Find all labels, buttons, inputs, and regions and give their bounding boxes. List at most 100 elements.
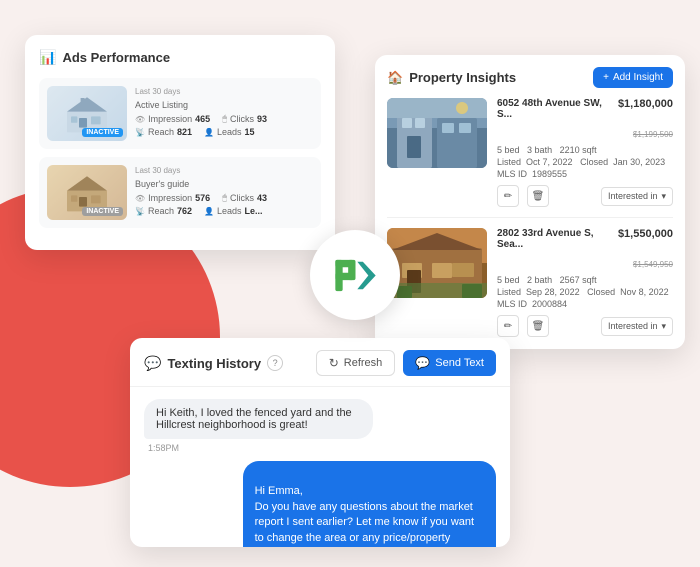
impression-icon-1: 👁: [135, 115, 145, 124]
property-actions-1: ✏ 🗑 Interested in ▾: [497, 185, 673, 207]
ads-label-1: Active Listing: [135, 100, 313, 110]
reach-value-1: 821: [177, 127, 192, 137]
leads-metric-2: 👤 Leads Le...: [204, 206, 263, 216]
property-specs-1: 5 bed 3 bath 2210 sqft: [497, 145, 673, 155]
property-listing-2: 2802 33rd Avenue S, Sea... $1,550,000 $1…: [387, 228, 673, 337]
property-detail-2: 2802 33rd Avenue S, Sea... $1,550,000 $1…: [497, 228, 673, 337]
property-insights-card: 🏠 Property Insights + Add Insight: [375, 55, 685, 349]
property-card-header: 🏠 Property Insights + Add Insight: [387, 67, 673, 88]
property-price-1: $1,180,000: [618, 98, 673, 110]
leads-label-2: Leads: [217, 206, 242, 216]
message-text-2: Hi Emma, Do you have any questions about…: [255, 485, 475, 547]
ads-icon: 📊: [39, 49, 56, 66]
impression-icon-2: 👁: [135, 194, 145, 203]
help-icon[interactable]: ?: [267, 355, 283, 371]
edit-icon-2[interactable]: ✏: [497, 315, 519, 337]
delete-icon-1[interactable]: 🗑: [527, 185, 549, 207]
ads-days-2: Last 30 days: [135, 166, 313, 175]
property-image-2: [387, 228, 487, 298]
ads-listing-image-2: INACTIVE: [47, 165, 127, 220]
property-mls-1: MLS ID 1989555: [497, 169, 673, 179]
impression-metric-1: 👁 Impression 465: [135, 114, 210, 124]
ads-metrics-row1-1: 👁 Impression 465 🖱 Clicks 93: [135, 114, 313, 124]
texting-title-wrap: 💬 Texting History ?: [144, 355, 283, 372]
property-icon: 🏠: [387, 70, 403, 86]
ads-listing-label-1: Active Listing: [135, 100, 188, 110]
ads-listing-label-2: Buyer's guide: [135, 179, 189, 189]
ads-metrics-row1-2: 👁 Impression 576 🖱 Clicks 43: [135, 193, 313, 203]
leads-label-1: Leads: [217, 127, 242, 137]
impression-label-1: Impression: [148, 114, 192, 124]
add-insight-button[interactable]: + Add Insight: [593, 67, 673, 88]
texting-actions: ↻ Refresh 💬 Send Text: [316, 350, 496, 376]
reach-metric-1: 📡 Reach 821: [135, 127, 192, 137]
edit-icon-1[interactable]: ✏: [497, 185, 519, 207]
refresh-label: Refresh: [344, 357, 383, 369]
chat-icon: 💬: [144, 355, 161, 372]
property-actions-2: ✏ 🗑 Interested in ▾: [497, 315, 673, 337]
send-text-button[interactable]: 💬 Send Text: [403, 350, 496, 376]
property-mls-2: MLS ID 2000884: [497, 299, 673, 309]
property-dates-2: Listed Sep 28, 2022 Closed Nov 8, 2022: [497, 287, 673, 297]
ads-badge-2: INACTIVE: [82, 207, 123, 216]
clicks-icon-2: 🖱: [222, 193, 227, 203]
ads-badge-1: INACTIVE: [82, 128, 123, 137]
impression-metric-2: 👁 Impression 576: [135, 193, 210, 203]
ads-label-2: Buyer's guide: [135, 179, 313, 189]
ads-listing-1: INACTIVE Last 30 days Active Listing 👁 I…: [39, 78, 321, 149]
property-listing-1: 6052 48th Avenue SW, S... $1,180,000 $1,…: [387, 98, 673, 218]
clicks-metric-1: 🖱 Clicks 93: [222, 114, 267, 124]
clicks-icon-1: 🖱: [222, 114, 227, 124]
property-image-1: [387, 98, 487, 168]
messages-container: Hi Keith, I loved the fenced yard and th…: [130, 387, 510, 547]
property-address-1: 6052 48th Avenue SW, S...: [497, 98, 618, 120]
clicks-label-2: Clicks: [230, 193, 254, 203]
ads-stats-2: Last 30 days Buyer's guide 👁 Impression …: [135, 166, 313, 219]
message-time-1: 1:58PM: [144, 443, 496, 453]
message-sent-1: Hi Emma, Do you have any questions about…: [243, 461, 496, 547]
property-card-title: Property Insights: [409, 70, 516, 85]
texting-header: 💬 Texting History ? ↻ Refresh 💬 Send Tex…: [130, 338, 510, 387]
impression-value-2: 576: [195, 193, 210, 203]
pipeline-logo: [328, 248, 383, 303]
logo-circle: [310, 230, 400, 320]
reach-label-1: Reach: [148, 127, 174, 137]
leads-icon-1: 👤: [204, 128, 214, 137]
add-insight-label: Add Insight: [613, 72, 663, 83]
ads-card-header: 📊 Ads Performance: [39, 49, 321, 66]
interested-dropdown-2[interactable]: Interested in ▾: [601, 317, 673, 336]
clicks-value-1: 93: [257, 114, 267, 124]
ads-listing-image-1: INACTIVE: [47, 86, 127, 141]
ads-listing-2: INACTIVE Last 30 days Buyer's guide 👁 Im…: [39, 157, 321, 228]
ads-metrics-row2-2: 📡 Reach 762 👤 Leads Le...: [135, 206, 313, 216]
delete-icon-2[interactable]: 🗑: [527, 315, 549, 337]
texting-history-card: 💬 Texting History ? ↻ Refresh 💬 Send Tex…: [130, 338, 510, 547]
property-dates-1: Listed Oct 7, 2022 Closed Jan 30, 2023: [497, 157, 673, 167]
reach-label-2: Reach: [148, 206, 174, 216]
impression-value-1: 465: [195, 114, 210, 124]
leads-value-1: 15: [245, 127, 255, 137]
refresh-icon: ↻: [329, 356, 339, 370]
reach-metric-2: 📡 Reach 762: [135, 206, 192, 216]
leads-icon-2: 👤: [204, 207, 214, 216]
reach-value-2: 762: [177, 206, 192, 216]
property-address-2: 2802 33rd Avenue S, Sea...: [497, 228, 618, 250]
property-price-2: $1,550,000: [618, 228, 673, 240]
property-specs-2: 5 bed 2 bath 2567 sqft: [497, 275, 673, 285]
refresh-button[interactable]: ↻ Refresh: [316, 350, 396, 376]
reach-icon-2: 📡: [135, 207, 145, 216]
interested-label-2: Interested in: [608, 321, 658, 331]
impression-label-2: Impression: [148, 193, 192, 203]
clicks-label-1: Clicks: [230, 114, 254, 124]
interested-dropdown-1[interactable]: Interested in ▾: [601, 187, 673, 206]
ads-stats-1: Last 30 days Active Listing 👁 Impression…: [135, 87, 313, 140]
chevron-down-icon-2: ▾: [661, 321, 666, 332]
property-old-price-2: $1,549,950: [633, 260, 673, 269]
clicks-metric-2: 🖱 Clicks 43: [222, 193, 267, 203]
send-text-label: Send Text: [435, 357, 484, 369]
property-action-icons-1: ✏ 🗑: [497, 185, 549, 207]
ads-performance-card: 📊 Ads Performance INACTIVE Last 30 days …: [25, 35, 335, 250]
message-received-1: Hi Keith, I loved the fenced yard and th…: [144, 399, 373, 439]
chevron-down-icon-1: ▾: [661, 191, 666, 202]
interested-label-1: Interested in: [608, 191, 658, 201]
